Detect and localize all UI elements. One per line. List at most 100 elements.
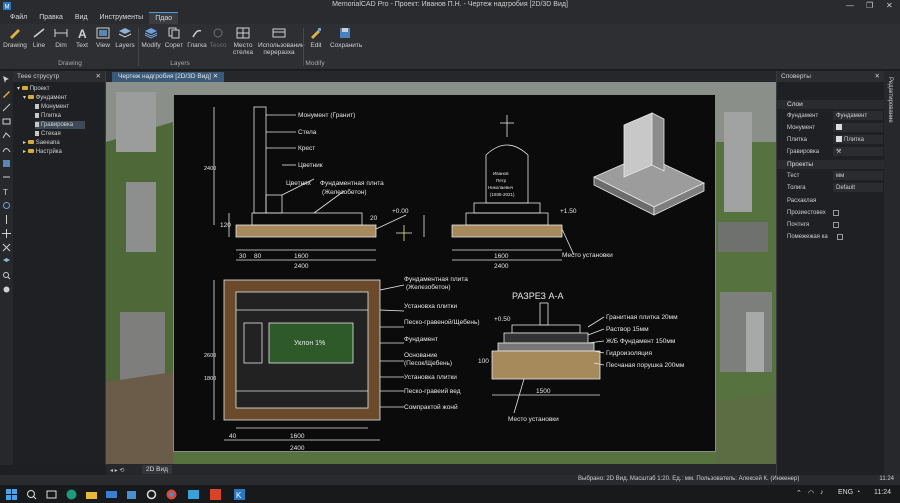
label-monument: Монумент (Гранит) [298,112,355,119]
line-icon[interactable] [2,103,11,112]
drawing-sheet[interactable]: Монумент (Гранит) Стела Крест Цветник Цв… [173,94,716,452]
tree-item-tile[interactable]: Плитка [35,112,61,120]
copy-button[interactable]: Copeт [164,27,184,49]
tab-2d-view[interactable]: 2D Вид [142,465,172,474]
prop-row-pomezh[interactable]: Помежежая ка [777,232,885,242]
prop-row-transparent[interactable]: Прозиестовех [777,208,885,218]
tree-item-glass[interactable]: Стекая [35,130,61,138]
memorialcad-taskbar-icon[interactable]: K [234,489,245,500]
store-icon[interactable] [126,489,137,500]
menu-view[interactable]: Вид [69,12,94,24]
tray-chevron-icon[interactable]: ⌃ [796,489,802,497]
hatch-icon[interactable] [2,159,11,168]
menu-ribbon-tab[interactable]: Пдаo [149,12,179,24]
pomezh-checkbox[interactable] [837,234,843,240]
task-view-icon[interactable] [46,489,57,500]
section-layers[interactable]: Слои [777,100,885,109]
panel-close-icon[interactable]: ✕ [96,72,101,80]
file-explorer-icon[interactable] [86,489,97,500]
viewport-3d[interactable]: Монумент (Гранит) Стела Крест Цветник Цв… [106,82,776,464]
layers-button[interactable]: Layers [115,27,135,49]
tree-item-settings[interactable]: ▸ Настрйка [23,148,62,156]
place-button[interactable]: Место стелка [230,27,256,56]
taskbar-clock[interactable]: 11:24 [874,489,891,496]
use-button[interactable]: Использовании переразха [258,27,304,56]
photos-icon[interactable] [188,489,199,500]
select-icon[interactable] [2,75,11,84]
prop-row-full[interactable]: Почтнгя [777,220,885,230]
full-checkbox[interactable] [833,222,839,228]
rotate-icon[interactable] [2,201,11,210]
menu-edit[interactable]: Правка [33,12,69,24]
pencil-icon[interactable] [2,89,11,98]
transparent-checkbox[interactable] [833,210,839,216]
view-button[interactable]: View [94,27,112,49]
label-name3: Николаевич [488,185,514,190]
text-icon[interactable]: T [2,187,11,196]
tree-item-engraving[interactable]: Гравировка [35,121,85,129]
trim-icon[interactable] [2,243,11,252]
pan-icon[interactable] [2,285,11,294]
prop-row-foundation[interactable]: Фундамент Фундамент [777,111,885,121]
measure-icon[interactable] [2,173,11,182]
side-tab-edit[interactable]: Редактирование [887,77,893,123]
wifi-icon[interactable]: ◔ [856,489,860,496]
layers-icon[interactable] [2,257,11,266]
mail-icon[interactable] [106,489,117,500]
tab-scroll-arrows-icon[interactable]: ◂ ▸ ⟲ [110,466,138,473]
tree-item-zaveana[interactable]: ▸ Saeeana [23,139,60,147]
polyline-icon[interactable] [2,131,11,140]
folder-icon [27,149,34,153]
chevron-right-icon: ▸ [23,149,28,155]
settings-gear-icon[interactable] [146,489,157,500]
status-time: 11:24 [879,476,894,482]
tab-drawing[interactable]: Чертеж надгробия [2D/3D Вид] ✕ [112,72,225,82]
move-icon[interactable] [2,229,11,238]
tree-item-monument[interactable]: Монумент [35,103,69,111]
minimize-button[interactable]: — [846,1,854,10]
dim-button[interactable]: Dim [52,27,70,49]
prop-row-text[interactable]: Тест мм [777,171,885,181]
prop-row-monument[interactable]: Монумент [777,123,885,133]
drawing-button[interactable]: Drawing [3,27,27,49]
section-projects[interactable]: Проекты [777,160,885,169]
panel-close-icon[interactable]: ✕ [875,72,880,80]
dim-label: Dim [55,42,67,49]
svg-text:◂ ▸ ⟲: ◂ ▸ ⟲ [110,468,124,473]
prop-row-thickness[interactable]: Толига Default [777,183,885,193]
prop-row-engraving[interactable]: Гравировка ⚒ [777,147,885,157]
tree-item-project[interactable]: ▾ Проект [17,85,49,93]
modify-button[interactable]: Modify [140,27,162,49]
status-bar: Выбрано: 2D Вид. Масштаб 1:20. Ед.: мм. … [0,475,900,485]
chrome-icon[interactable] [166,489,177,500]
rectangle-icon[interactable] [2,117,11,126]
label-tile-install2: Установка плитки [404,374,457,381]
network-icon[interactable]: ◠ [808,489,814,497]
menu-tools[interactable]: Инструменты [94,12,150,24]
close-button[interactable]: ✕ [886,1,893,10]
label-sand-cushion: Песчаная порушка 200мм [606,362,685,369]
maximize-button[interactable]: ❐ [866,1,873,10]
tree-item-foundation[interactable]: ▾ Фундамент [23,94,67,102]
menu-file[interactable]: Файл [4,12,33,24]
mirror-icon[interactable] [2,215,11,224]
search-icon[interactable] [26,489,37,500]
text-button[interactable]: A Text [74,27,90,49]
label-flower-bed: Цветник [298,162,323,169]
language-indicator[interactable]: ENG [838,489,853,496]
arc-icon[interactable] [2,145,11,154]
save-button[interactable]: Сохранить [330,27,362,49]
tools-button[interactable]: Tesco [208,27,228,49]
prop-row-tile[interactable]: Плитка Плитка [777,135,885,145]
windows-start-icon[interactable] [6,489,17,500]
dim-2400-side: 2400 [294,263,309,270]
edit-button[interactable]: Edit [306,27,326,49]
zoom-icon[interactable] [2,271,11,280]
smooth-button[interactable]: Глагка [186,27,208,49]
line-button[interactable]: Line [30,27,48,49]
close-icon[interactable]: ✕ [213,73,218,80]
office-icon[interactable] [210,489,221,500]
edge-browser-icon[interactable] [66,489,77,500]
prop-row-expanded[interactable]: Расхаклая [777,196,885,206]
volume-icon[interactable]: ♪ [820,489,824,496]
